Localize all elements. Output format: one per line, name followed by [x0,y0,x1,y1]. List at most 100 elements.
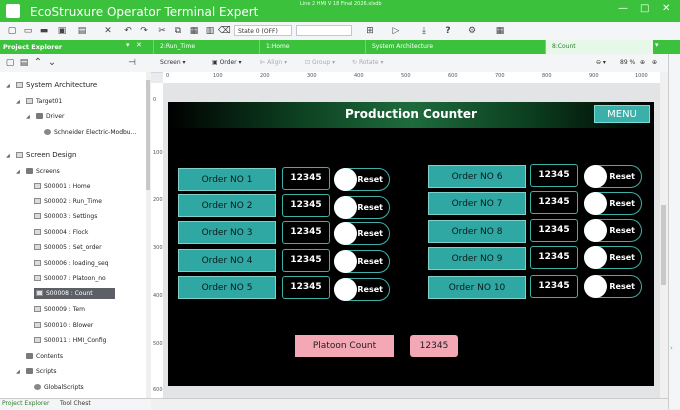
tree-screens[interactable]: Screens [26,166,60,177]
save-all-icon[interactable]: ▤ [76,25,88,37]
order-button-7[interactable]: Order NO 7 [428,192,526,215]
tools-icon[interactable]: ⚙ [466,25,478,37]
trash-icon[interactable]: ⌫ [218,25,231,37]
tree-driver-item[interactable]: Schneider Electric-Modbu... [44,127,136,138]
ruler-label: 100 [153,150,163,156]
zoom-in-icon[interactable]: ⊕ [640,59,645,66]
maximize-button[interactable]: □ [640,3,649,14]
close-window-button[interactable]: ✕ [662,3,670,14]
reset-button-1[interactable]: Reset [334,168,390,191]
new-item-icon[interactable]: ▢ [4,57,16,69]
zoom-level[interactable]: 89 % [620,59,635,66]
order-button-3[interactable]: Order NO 3 [178,221,276,244]
order-button-8[interactable]: Order NO 8 [428,220,526,243]
properties-icon[interactable]: ▤ [18,57,30,69]
order-button-5[interactable]: Order NO 5 [178,276,276,299]
ruler-label: 400 [354,73,364,79]
reset-button-5[interactable]: Reset [334,278,390,301]
order-button-2[interactable]: Order NO 2 [178,194,276,217]
tree-screen-item[interactable]: S00004 : Flock [34,227,88,238]
folder-icon[interactable]: ▬ [38,25,50,37]
screen-icon [34,322,41,328]
tree-screen-item-selected[interactable]: S00008 : Count [34,288,115,299]
tree-screen-item[interactable]: S00009 : Tem [34,304,85,315]
order-menu[interactable]: ▣ Order ▾ [212,59,242,66]
tree-screen-item[interactable]: S00011 : HMI_Config [34,335,106,346]
order-button-6[interactable]: Order NO 6 [428,165,526,188]
paste-special-icon[interactable]: ▥ [204,25,216,37]
expand-panel-icon[interactable]: › [670,344,673,352]
tree-screen-item[interactable]: S00002 : Run_Time [34,196,102,207]
order-button-1[interactable]: Order NO 1 [178,168,276,191]
tree-global-scripts[interactable]: GlobalScripts [34,382,84,393]
zoom-fit-icon[interactable]: ⊕ [652,59,657,66]
order-button-10[interactable]: Order NO 10 [428,276,526,299]
order-button-4[interactable]: Order NO 4 [178,249,276,272]
tree-screen-item[interactable]: S00006 : loading_seq [34,258,108,269]
move-up-icon[interactable]: ⌃ [32,57,44,69]
tree-screen-item[interactable]: S00007 : Platoon_no [34,273,106,284]
reset-button-4[interactable]: Reset [334,250,390,273]
screen-menu[interactable]: Screen ▾ [160,59,186,66]
move-down-icon[interactable]: ⌄ [46,57,58,69]
delete-icon[interactable]: ✕ [102,25,114,37]
redo-icon[interactable]: ↷ [138,25,150,37]
tree-screen-item[interactable]: S00010 : Blower [34,320,93,331]
close-panel-icon[interactable]: ✕ [136,41,142,49]
ruler-label: 100 [213,73,223,79]
tree-target[interactable]: Target01 [26,96,62,107]
explorer-scroll-thumb[interactable] [146,80,150,190]
reset-button-6[interactable]: Reset [584,165,642,188]
tree-screen-design[interactable]: Screen Design [16,150,76,161]
new-file-icon[interactable]: ▢ [6,25,18,37]
tree-driver[interactable]: Driver [36,111,64,122]
run-icon[interactable]: ▷ [390,25,402,37]
tree-contents[interactable]: Contents [26,351,63,362]
minimize-button[interactable]: — [618,3,628,14]
tree-system-architecture[interactable]: System Architecture [16,80,97,91]
grid-icon[interactable]: ▦ [494,25,506,37]
tree-screen-item[interactable]: S00003 : Settings [34,211,97,222]
tree-scripts[interactable]: Scripts [26,366,57,377]
reset-button-7[interactable]: Reset [584,192,642,215]
copy-icon[interactable]: ⧉ [172,25,184,37]
undo-icon[interactable]: ↶ [122,25,134,37]
canvas-horizontal-scrollbar[interactable] [151,398,668,410]
order-button-9[interactable]: Order NO 9 [428,247,526,270]
reset-button-9[interactable]: Reset [584,246,642,269]
canvas-vertical-scroll-thumb[interactable] [661,205,666,285]
reset-button-10[interactable]: Reset [584,275,642,298]
reset-button-3[interactable]: Reset [334,222,390,245]
secondary-select[interactable] [296,25,352,36]
zoom-out-icon[interactable]: ⊖ ▾ [596,59,606,66]
tab-tool-chest[interactable]: Tool Chest [60,400,91,407]
reset-button-8[interactable]: Reset [584,219,642,242]
help-icon[interactable]: ? [442,25,454,37]
tab-count[interactable]: 8:Count [545,40,653,54]
tab-home[interactable]: 1:Home [259,40,365,54]
menu-button[interactable]: MENU [594,105,650,123]
pin-icon[interactable]: ▾ [126,41,130,49]
cut-icon[interactable]: ✂ [156,25,168,37]
screen-icon [34,260,41,266]
tree-screen-item[interactable]: S00001 : Home [34,181,90,192]
layout-icon[interactable]: ⊞ [364,25,376,37]
tab-run-time[interactable]: 2:Run_Time [153,40,259,54]
align-menu[interactable]: ⊫ Align ▾ [260,59,287,66]
reset-button-2[interactable]: Reset [334,196,390,219]
download-icon[interactable]: ⤓ [418,25,430,37]
tab-system-architecture[interactable]: System Architecture [365,40,545,54]
toggle-knob-icon [334,250,357,273]
ruler-label: 300 [153,245,163,251]
rotate-menu[interactable]: ↻ Rotate ▾ [352,59,384,66]
save-icon[interactable]: ▣ [56,25,68,37]
open-folder-icon[interactable]: ▭ [22,25,34,37]
filter-icon[interactable]: ⊣ [126,57,138,69]
tab-list-icon[interactable]: ▾ [655,41,659,49]
tab-project-explorer[interactable]: Project Explorer [2,400,49,407]
tree-screen-item[interactable]: S00005 : Set_order [34,242,102,253]
ruler-label: 800 [542,73,552,79]
state-select[interactable]: State 0 (OFF) [234,25,292,36]
paste-icon[interactable]: ▦ [188,25,200,37]
group-menu[interactable]: ⊡ Group ▾ [305,59,335,66]
